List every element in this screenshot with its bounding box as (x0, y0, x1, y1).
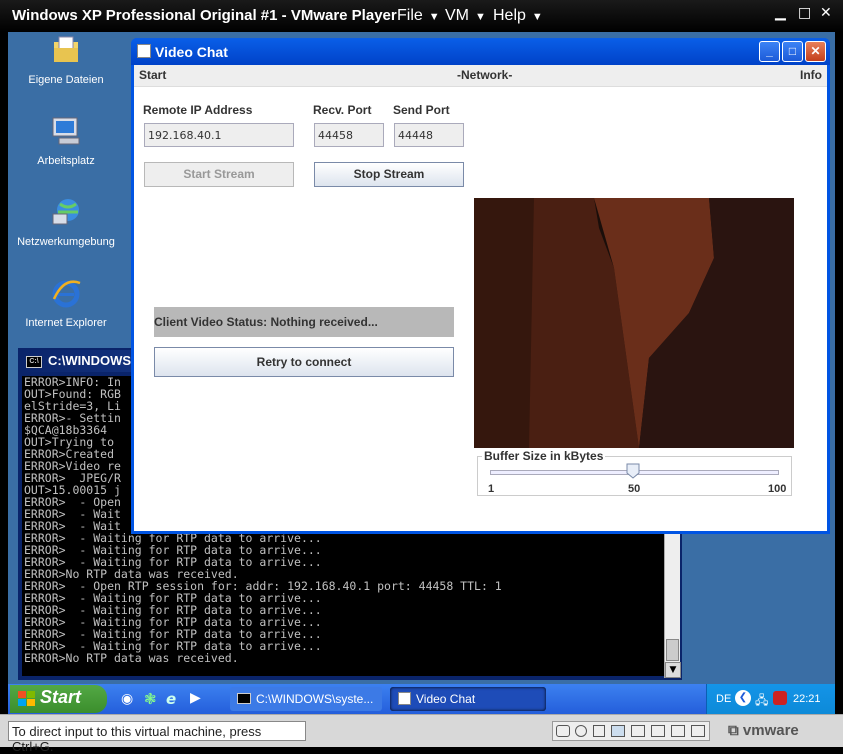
remote-ip-field[interactable]: 192.168.40.1 (144, 123, 294, 147)
menu-vm[interactable]: VM ▼ (445, 7, 486, 25)
security-shield-icon[interactable] (773, 691, 787, 705)
chevron-left-icon[interactable]: ❮ (735, 690, 751, 706)
close-icon[interactable]: ✕ (805, 41, 826, 62)
buffer-slider-thumb[interactable] (626, 463, 640, 479)
sound-icon[interactable] (651, 725, 665, 737)
network-adapter-icon[interactable] (611, 725, 625, 737)
buffer-mid-label: 50 (628, 483, 641, 495)
menu-file[interactable]: File ▼ (397, 7, 440, 25)
messages-icon[interactable] (691, 725, 705, 737)
console-line: ERROR>No RTP data was received. (24, 651, 239, 665)
buffer-size-label: Buffer Size in kBytes (482, 449, 606, 463)
desktop-icon-eigene-dateien[interactable]: Eigene Dateien (8, 34, 124, 86)
start-stream-button[interactable]: Start Stream (144, 162, 294, 187)
windows-logo-icon (18, 691, 35, 706)
java-task-icon (398, 692, 411, 705)
floppy-icon[interactable] (593, 725, 605, 737)
system-tray: DE ❮ 🖧 22:21 (706, 684, 835, 714)
menu-help[interactable]: Help ▼ (493, 7, 543, 25)
send-port-label: Send Port (393, 103, 450, 117)
menu-bar: Start -Network- Info (134, 65, 827, 87)
scrollbar-thumb[interactable] (666, 639, 679, 661)
language-indicator[interactable]: DE (716, 693, 731, 705)
network-tray-icon[interactable]: 🖧 (755, 691, 768, 712)
console-icon: C:\ (26, 355, 42, 368)
input-hint: To direct input to this virtual machine,… (8, 721, 306, 754)
task-console[interactable]: C:\WINDOWS\syste... (230, 687, 382, 711)
desktop-icon-netzwerkumgebung[interactable]: Netzwerkumgebung (8, 196, 124, 248)
taskbar: Start ◉ ❃ e ▶ C:\WINDOWS\syste... Video … (8, 684, 835, 714)
vmware-logo: ⧉ vmware (728, 722, 799, 739)
retry-connect-button[interactable]: Retry to connect (154, 347, 454, 377)
internet-explorer-icon (52, 280, 81, 308)
minimize-icon[interactable]: _ (759, 41, 780, 62)
folder-documents-icon (54, 36, 78, 62)
quicklaunch-desktop-icon[interactable]: ◉ (121, 691, 133, 707)
menu-start[interactable]: Start (139, 68, 166, 82)
video-chat-titlebar[interactable]: Video Chat _ □ ✕ (131, 38, 830, 65)
menu-network[interactable]: -Network- (457, 68, 512, 82)
minimize-icon[interactable]: ▁ (775, 5, 786, 21)
quicklaunch-ie-icon[interactable]: e (166, 690, 176, 708)
client-video-status: Client Video Status: Nothing received... (154, 307, 454, 337)
start-button[interactable]: Start (10, 685, 107, 713)
remote-ip-label: Remote IP Address (143, 103, 253, 117)
buffer-size-panel: Buffer Size in kBytes 1 50 100 (477, 449, 792, 496)
video-chat-content: Start -Network- Info Remote IP Address R… (134, 65, 827, 531)
network-icon (52, 199, 79, 225)
maximize-icon[interactable]: □ (798, 5, 811, 21)
clock[interactable]: 22:21 (793, 693, 821, 705)
buffer-min-label: 1 (488, 483, 495, 495)
buffer-max-label: 100 (768, 483, 787, 495)
java-app-icon (137, 44, 151, 58)
usb-icon[interactable] (631, 725, 645, 737)
console-task-icon (237, 693, 251, 704)
stop-stream-button[interactable]: Stop Stream (314, 162, 464, 187)
menu-info[interactable]: Info (800, 68, 822, 82)
video-frame-image (474, 198, 794, 448)
window-title: Windows XP Professional Original #1 - VM… (12, 7, 397, 24)
task-video-chat[interactable]: Video Chat (390, 687, 546, 711)
vmware-statusbar: To direct input to this virtual machine,… (0, 714, 843, 754)
quicklaunch-media-icon[interactable]: ▶ (190, 690, 201, 706)
quicklaunch-app-icon[interactable]: ❃ (144, 690, 157, 708)
device-icons-tray (552, 721, 710, 741)
desktop-icon-internet-explorer[interactable]: Internet Explorer (8, 277, 124, 329)
scroll-down-icon[interactable]: ▼ (665, 662, 681, 678)
printer-icon[interactable] (671, 725, 685, 737)
recv-port-field[interactable]: 44458 (314, 123, 384, 147)
close-icon[interactable]: ✕ (820, 5, 832, 21)
desktop-icon-arbeitsplatz[interactable]: Arbeitsplatz (8, 115, 124, 167)
send-port-field[interactable]: 44448 (394, 123, 464, 147)
vmware-logo-icon: ⧉ (728, 722, 739, 739)
recv-port-label: Recv. Port (313, 103, 372, 117)
video-chat-window[interactable]: Video Chat _ □ ✕ Start -Network- Info Re… (131, 38, 830, 534)
maximize-icon[interactable]: □ (782, 41, 803, 62)
vmware-titlebar: Windows XP Professional Original #1 - VM… (0, 0, 843, 32)
harddisk-icon[interactable] (556, 725, 570, 737)
video-preview (474, 198, 794, 448)
cdrom-icon[interactable] (575, 725, 587, 737)
my-computer-icon (52, 117, 80, 145)
